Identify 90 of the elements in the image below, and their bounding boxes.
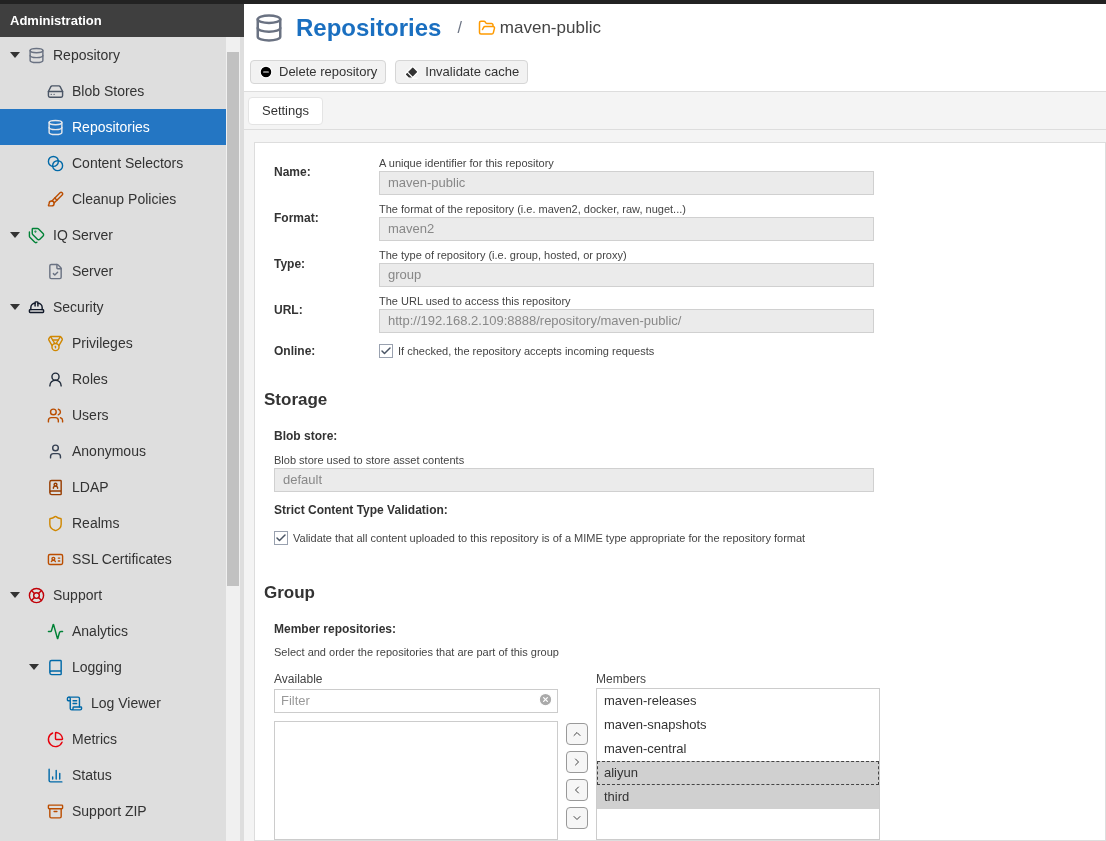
minus-circle-icon <box>259 65 273 79</box>
field-label: Blob store: <box>274 427 339 445</box>
people-icon <box>47 406 64 424</box>
sidebar-item[interactable]: Privileges <box>0 325 226 361</box>
sidebar-item[interactable]: Users <box>0 397 226 433</box>
sidebar-item[interactable]: Logging <box>0 649 226 685</box>
delete-button[interactable]: Delete repository <box>250 60 387 84</box>
section-heading: Storage <box>264 389 329 411</box>
person-icon <box>47 442 64 460</box>
sidebar-item[interactable]: Analytics <box>0 613 226 649</box>
breadcrumb-separator: / <box>456 18 463 38</box>
checkbox[interactable] <box>274 530 288 545</box>
sidebar-item[interactable]: IQ Server <box>0 217 226 253</box>
address-book-icon <box>47 478 64 496</box>
checkbox-label: Validate that all content uploaded to this repository is of a MIME type appropriate for the repository format <box>293 530 806 546</box>
hard-drive-icon <box>47 82 64 100</box>
section-heading: Group <box>264 582 316 604</box>
help-text: The URL used to access this repository <box>379 294 572 309</box>
sidebar-item[interactable]: Support <box>0 577 226 613</box>
sidebar-item[interactable]: Blob Stores <box>0 73 226 109</box>
list-label: Members <box>596 671 647 688</box>
field-label: Strict Content Type Validation: <box>274 501 449 519</box>
sidebar-item[interactable]: Realms <box>0 505 226 541</box>
document-icon <box>47 262 64 280</box>
sidebar-item[interactable]: Security <box>0 289 226 325</box>
sidebar-item[interactable]: Server <box>0 253 226 289</box>
checkbox[interactable] <box>379 344 393 358</box>
archive-icon <box>47 802 64 820</box>
move-button[interactable] <box>566 779 588 801</box>
field-label: Name: <box>274 164 312 181</box>
list-item[interactable]: third <box>597 785 879 809</box>
checkbox-label: If checked, the repository accepts incoming requests <box>398 343 655 359</box>
filter-field[interactable]: Filter <box>274 688 558 713</box>
sidebar-item[interactable]: Anonymous <box>0 433 226 469</box>
sidebar-item[interactable]: Log Viewer <box>0 685 226 721</box>
tag-icon <box>28 226 45 244</box>
field-label: Type: <box>274 256 307 273</box>
field-label: Format: <box>274 210 320 227</box>
field-label: Member repositories: <box>274 620 398 638</box>
database-icon <box>28 46 45 64</box>
scrollbar[interactable] <box>226 37 240 841</box>
caret-icon[interactable] <box>29 663 39 671</box>
sidebar-item[interactable]: Cleanup Policies <box>0 181 226 217</box>
book-icon <box>47 658 64 676</box>
bar-chart-icon <box>47 766 64 784</box>
move-button[interactable] <box>566 723 588 745</box>
members-list[interactable]: maven-releases maven-snapshots maven-central aliyun third <box>596 688 880 840</box>
medal-icon <box>47 334 64 352</box>
sidebar-item[interactable]: Content Selectors <box>0 145 226 181</box>
page-title: Repositories <box>296 13 442 43</box>
caret-icon[interactable] <box>10 231 20 239</box>
person-icon <box>47 370 64 388</box>
help-text: Select and order the repositories that are part of this group <box>274 644 560 660</box>
scroll-icon <box>66 694 83 712</box>
repository-name: maven-public <box>499 17 601 40</box>
sidebar-item[interactable]: SSL Certificates <box>0 541 226 577</box>
sidebar-item[interactable]: Metrics <box>0 721 226 757</box>
help-text: A unique identifier for this repository <box>379 156 555 171</box>
caret-icon[interactable] <box>10 303 20 311</box>
field-label: Online: <box>274 343 317 360</box>
help-text: The format of the repository (i.e. maven2, docker, raw, nuget...) <box>379 202 687 217</box>
field-label: URL: <box>274 302 304 319</box>
move-button[interactable] <box>566 751 588 773</box>
circles-icon <box>47 154 64 172</box>
database-icon <box>254 13 284 43</box>
database-icon <box>47 118 64 136</box>
folder-icon <box>477 19 496 37</box>
move-button[interactable] <box>566 807 588 829</box>
caret-icon[interactable] <box>10 591 20 599</box>
list-item[interactable]: aliyun <box>597 761 879 785</box>
hat-icon <box>28 298 45 316</box>
help-text: The type of repository (i.e. group, hosted, or proxy) <box>379 248 628 263</box>
sidebar-item[interactable]: Roles <box>0 361 226 397</box>
tab[interactable]: Settings <box>248 96 323 125</box>
pulse-icon <box>47 622 64 640</box>
sidebar-item[interactable]: LDAP <box>0 469 226 505</box>
sidebar-item[interactable]: Repository <box>0 37 226 73</box>
lifebuoy-icon <box>28 586 45 604</box>
sidebar-item[interactable]: Status <box>0 757 226 793</box>
sidebar-header: Administration <box>0 0 244 37</box>
sidebar-item[interactable]: Support ZIP <box>0 793 226 829</box>
caret-icon[interactable] <box>10 51 20 59</box>
list-label: Available <box>274 671 324 688</box>
sidebar-item[interactable]: Repositories <box>0 109 226 145</box>
shield-icon <box>47 514 64 532</box>
brush-icon <box>47 190 64 208</box>
help-text: Blob store used to store asset contents <box>274 452 466 468</box>
invalidate-cache-button[interactable]: Invalidate cache <box>395 60 529 84</box>
pie-chart-icon <box>47 730 64 748</box>
eraser-icon <box>404 64 420 80</box>
